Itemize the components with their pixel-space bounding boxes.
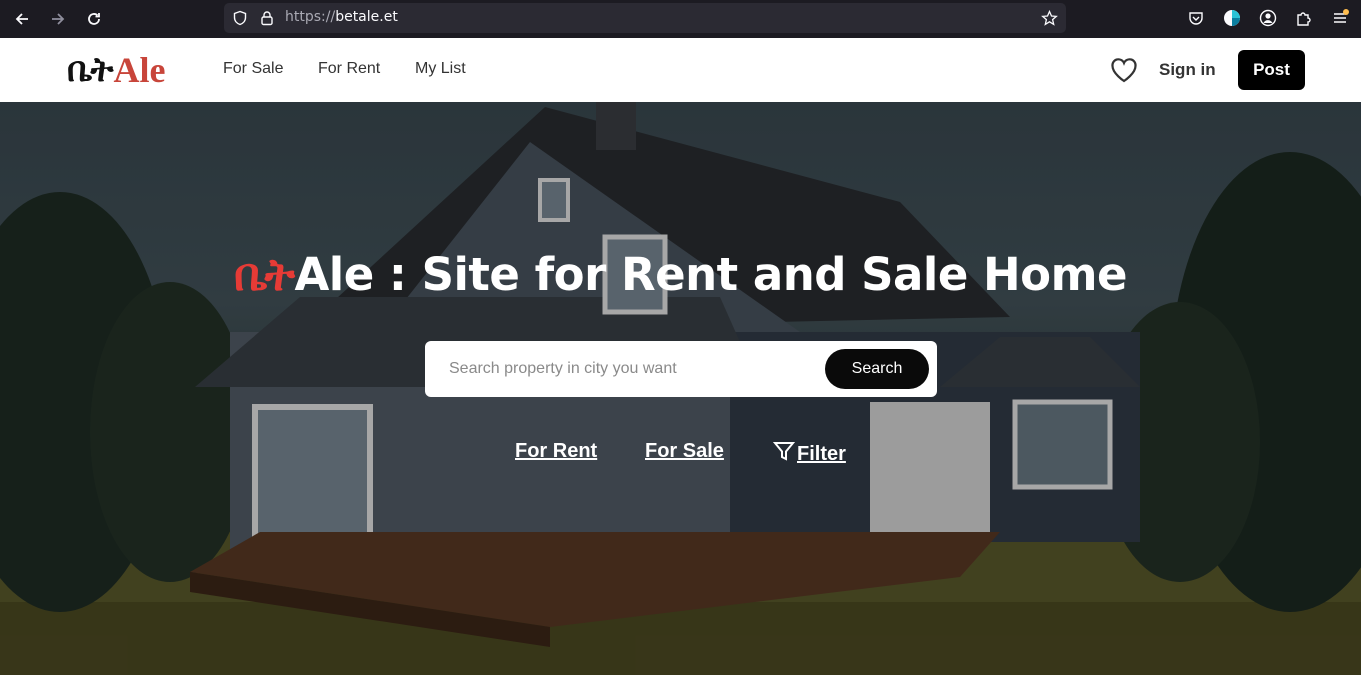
pocket-icon[interactable] [1185, 7, 1207, 29]
forward-icon[interactable] [45, 6, 71, 32]
site-header: ቤት Ale For Sale For Rent My List Sign in … [0, 38, 1361, 102]
search-button[interactable]: Search [825, 349, 929, 389]
post-button[interactable]: Post [1238, 50, 1305, 90]
url-text[interactable]: https://betale.et [285, 9, 398, 25]
filter-label: Filter [797, 442, 846, 465]
shield-icon[interactable] [231, 9, 249, 27]
heart-icon[interactable] [1110, 57, 1138, 83]
site-logo[interactable]: ቤት Ale [67, 48, 165, 92]
menu-icon[interactable] [1329, 7, 1351, 29]
account-icon[interactable] [1257, 7, 1279, 29]
logo-latin: Ale [113, 50, 166, 90]
extension-color-icon[interactable] [1221, 7, 1243, 29]
hero-section: ቤትAle : Site for Rent and Sale Home Sear… [0, 102, 1361, 675]
hero-for-rent-link[interactable]: For Rent [515, 440, 597, 463]
hero-filter-link[interactable]: Filter [772, 440, 846, 468]
hero-title: ቤትAle : Site for Rent and Sale Home [0, 248, 1361, 302]
extensions-puzzle-icon[interactable] [1293, 7, 1315, 29]
bookmark-star-icon[interactable] [1040, 9, 1058, 27]
url-protocol: https:// [285, 9, 336, 25]
search-input[interactable] [437, 349, 817, 389]
hero-title-amharic: ቤት [233, 248, 295, 301]
search-box: Search [425, 341, 937, 397]
browser-toolbar: https://betale.et [0, 0, 1361, 38]
url-bar[interactable]: https://betale.et [224, 3, 1066, 33]
back-icon[interactable] [9, 6, 35, 32]
sign-in-link[interactable]: Sign in [1159, 60, 1216, 80]
hero-for-sale-link[interactable]: For Sale [645, 440, 724, 463]
url-host: betale.et [335, 9, 398, 25]
nav-for-sale[interactable]: For Sale [223, 60, 283, 78]
filter-icon [772, 440, 796, 468]
lock-icon[interactable] [258, 9, 276, 27]
nav-my-list[interactable]: My List [415, 60, 466, 78]
logo-amharic: ቤት [67, 50, 114, 90]
hero-title-text: Ale : Site for Rent and Sale Home [294, 248, 1127, 301]
nav-for-rent[interactable]: For Rent [318, 60, 380, 78]
reload-icon[interactable] [81, 6, 107, 32]
